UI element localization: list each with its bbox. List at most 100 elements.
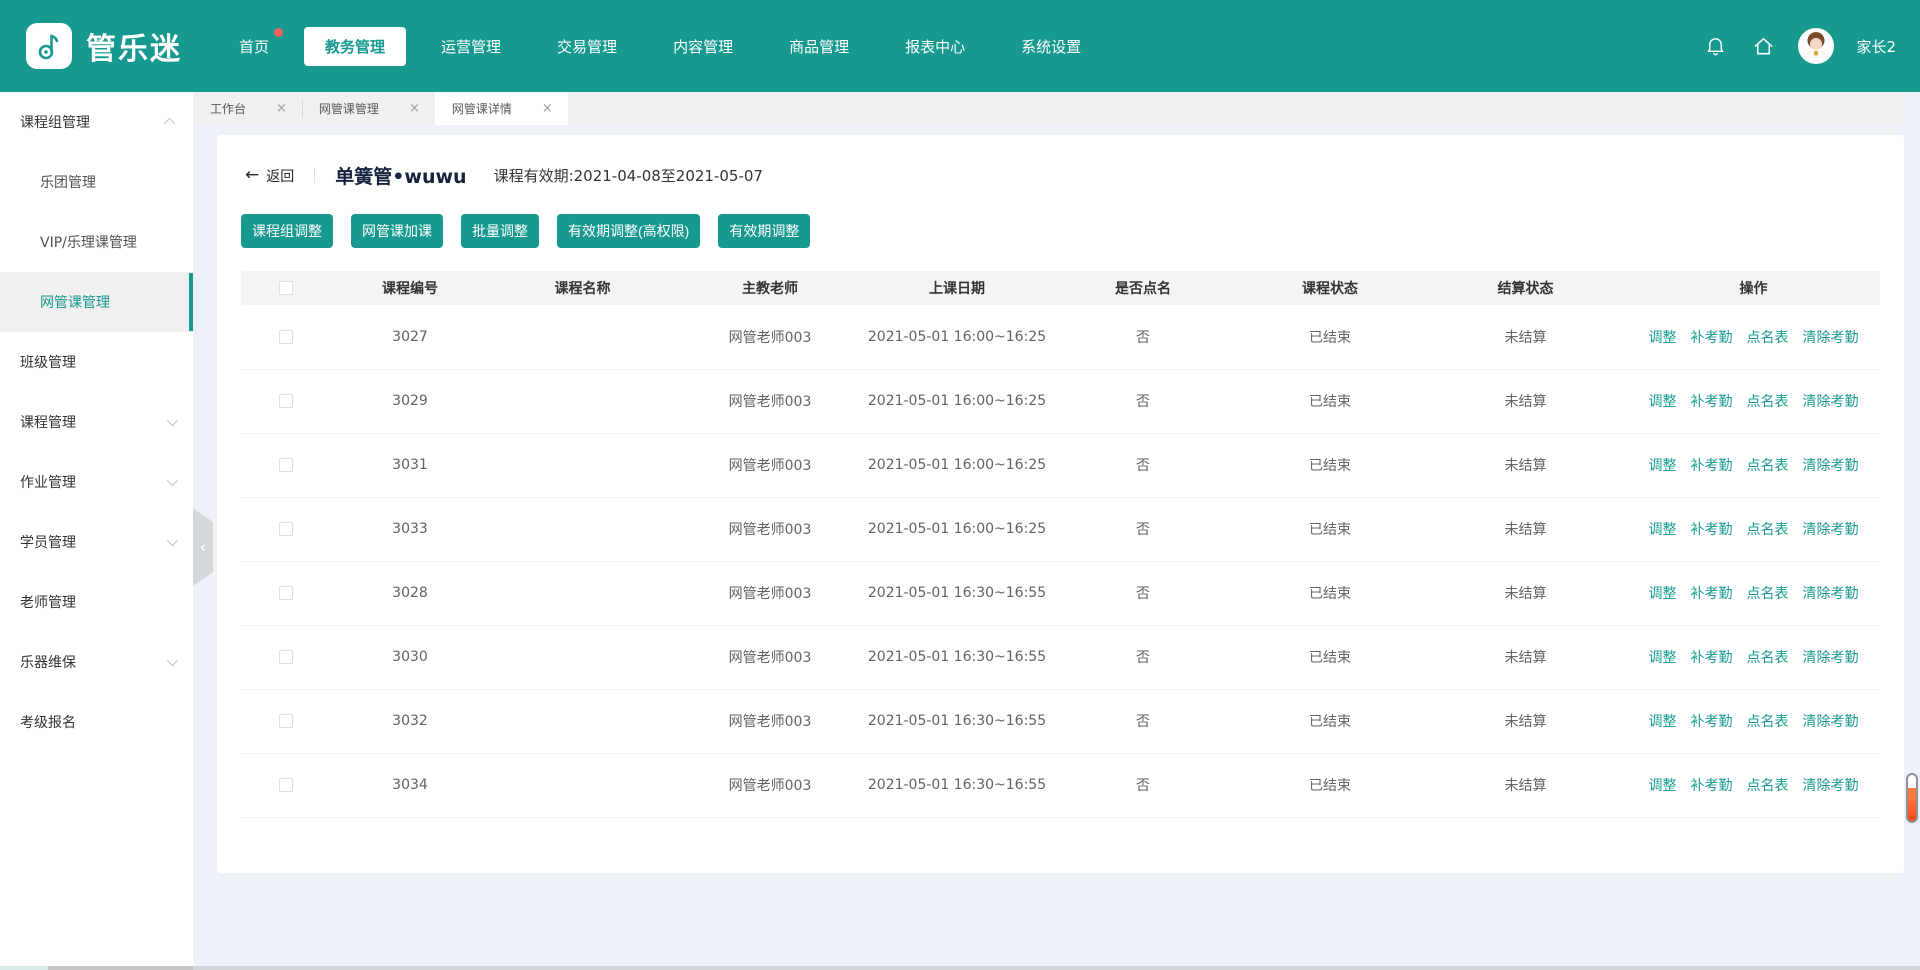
makeup-attendance-link[interactable]: 补考勤: [1691, 714, 1733, 730]
rollcall-sheet-link[interactable]: 点名表: [1747, 586, 1789, 602]
makeup-attendance-link[interactable]: 补考勤: [1691, 778, 1733, 794]
home-button[interactable]: [1750, 33, 1776, 59]
tab-close-icon[interactable]: ×: [276, 102, 287, 115]
table-header-cell: 课程状态: [1236, 271, 1424, 305]
course-validity-text: 课程有效期:2021-04-08至2021-05-07: [494, 165, 763, 186]
adjust-link[interactable]: 调整: [1649, 650, 1677, 666]
clear-attendance-link[interactable]: 清除考勤: [1803, 586, 1859, 602]
sidebar-item[interactable]: 网管课管理: [0, 272, 193, 332]
clear-attendance-link[interactable]: 清除考勤: [1803, 522, 1859, 538]
horizontal-scrollbar-thumb[interactable]: [0, 966, 48, 970]
home-icon: [1752, 35, 1775, 58]
makeup-attendance-link[interactable]: 补考勤: [1691, 586, 1733, 602]
clear-attendance-link[interactable]: 清除考勤: [1803, 458, 1859, 474]
sidebar-item[interactable]: 乐器维保: [0, 632, 193, 692]
row-checkbox[interactable]: [279, 714, 293, 728]
top-nav-item[interactable]: 交易管理: [536, 27, 638, 66]
rollcall-sheet-link[interactable]: 点名表: [1747, 522, 1789, 538]
row-checkbox[interactable]: [279, 650, 293, 664]
cell-course-status: 已结束: [1236, 305, 1424, 369]
cell-course-id: 3029: [331, 369, 489, 433]
sidebar-item[interactable]: 考级报名: [0, 692, 193, 752]
clear-attendance-link[interactable]: 清除考勤: [1803, 394, 1859, 410]
cell-settle-status: 未结算: [1424, 433, 1627, 497]
adjust-link[interactable]: 调整: [1649, 714, 1677, 730]
rollcall-sheet-link[interactable]: 点名表: [1747, 394, 1789, 410]
rollcall-sheet-link[interactable]: 点名表: [1747, 650, 1789, 666]
adjust-link[interactable]: 调整: [1649, 330, 1677, 346]
cell-lesson-date: 2021-05-01 16:30~16:55: [864, 753, 1050, 817]
tab-close-icon[interactable]: ×: [542, 102, 553, 115]
bell-icon: [1704, 35, 1727, 58]
rollcall-sheet-link[interactable]: 点名表: [1747, 778, 1789, 794]
toolbar-button[interactable]: 有效期调整: [718, 214, 810, 248]
top-nav-item-label: 首页: [239, 38, 269, 56]
cell-actions: 调整补考勤点名表清除考勤: [1627, 433, 1880, 497]
top-nav-item[interactable]: 运营管理: [420, 27, 522, 66]
row-checkbox[interactable]: [279, 522, 293, 536]
makeup-attendance-link[interactable]: 补考勤: [1691, 394, 1733, 410]
sidebar-item[interactable]: 班级管理: [0, 332, 193, 392]
adjust-link[interactable]: 调整: [1649, 778, 1677, 794]
sidebar-item[interactable]: 作业管理: [0, 452, 193, 512]
sidebar-item[interactable]: 老师管理: [0, 572, 193, 632]
tab-close-icon[interactable]: ×: [409, 102, 420, 115]
notifications-button[interactable]: [1702, 33, 1728, 59]
clear-attendance-link[interactable]: 清除考勤: [1803, 330, 1859, 346]
notification-dot: [274, 28, 283, 37]
rollcall-sheet-link[interactable]: 点名表: [1747, 330, 1789, 346]
top-nav-item[interactable]: 内容管理: [652, 27, 754, 66]
clear-attendance-link[interactable]: 清除考勤: [1803, 650, 1859, 666]
adjust-link[interactable]: 调整: [1649, 458, 1677, 474]
makeup-attendance-link[interactable]: 补考勤: [1691, 330, 1733, 346]
top-nav-item[interactable]: 系统设置: [1000, 27, 1102, 66]
back-button[interactable]: ← 返回: [245, 166, 294, 186]
open-tab[interactable]: 网管课管理 ×: [302, 92, 435, 125]
adjust-link[interactable]: 调整: [1649, 586, 1677, 602]
sidebar-item[interactable]: 学员管理: [0, 512, 193, 572]
rollcall-sheet-link[interactable]: 点名表: [1747, 714, 1789, 730]
cell-settle-status: 未结算: [1424, 561, 1627, 625]
open-tab[interactable]: 工作台 ×: [193, 92, 302, 125]
makeup-attendance-link[interactable]: 补考勤: [1691, 650, 1733, 666]
sidebar-item[interactable]: 课程管理: [0, 392, 193, 452]
vertical-scrollbar-thumb[interactable]: [1906, 773, 1918, 823]
adjust-link[interactable]: 调整: [1649, 394, 1677, 410]
cell-lesson-date: 2021-05-01 16:30~16:55: [864, 561, 1050, 625]
toolbar-button[interactable]: 课程组调整: [241, 214, 333, 248]
sidebar-item[interactable]: 乐团管理: [0, 152, 193, 212]
row-checkbox[interactable]: [279, 778, 293, 792]
user-name[interactable]: 家长2: [1856, 36, 1896, 57]
user-avatar[interactable]: [1798, 28, 1834, 64]
top-nav: 首页 教务管理 运营管理 交易管理 内容管理 商品管理 报表中心 系统设置: [218, 27, 1102, 66]
makeup-attendance-link[interactable]: 补考勤: [1691, 458, 1733, 474]
sidebar-collapse-handle[interactable]: ‹: [193, 508, 213, 586]
rollcall-sheet-link[interactable]: 点名表: [1747, 458, 1789, 474]
row-checkbox[interactable]: [279, 458, 293, 472]
cell-rollcall: 否: [1050, 625, 1236, 689]
row-checkbox[interactable]: [279, 394, 293, 408]
top-nav-item[interactable]: 首页: [218, 27, 290, 66]
toolbar-button-label: 有效期调整(高权限): [568, 221, 689, 241]
clear-attendance-link[interactable]: 清除考勤: [1803, 714, 1859, 730]
avatar-illustration-icon: [1798, 28, 1834, 64]
sidebar-item[interactable]: VIP/乐理课管理: [0, 212, 193, 272]
row-checkbox[interactable]: [279, 330, 293, 344]
select-all-checkbox[interactable]: [279, 281, 293, 295]
top-nav-item[interactable]: 商品管理: [768, 27, 870, 66]
toolbar-button[interactable]: 有效期调整(高权限): [557, 214, 700, 248]
adjust-link[interactable]: 调整: [1649, 522, 1677, 538]
horizontal-scrollbar-track[interactable]: [0, 966, 1920, 970]
top-nav-item-label: 交易管理: [557, 38, 617, 56]
sidebar-item[interactable]: 课程组管理: [0, 92, 193, 152]
top-nav-item[interactable]: 报表中心: [884, 27, 986, 66]
toolbar-button[interactable]: 网管课加课: [351, 214, 443, 248]
row-checkbox[interactable]: [279, 586, 293, 600]
open-tab[interactable]: 网管课详情 ×: [435, 92, 568, 125]
brand-logo[interactable]: 管乐迷: [26, 23, 182, 69]
vertical-scrollbar-track[interactable]: [1904, 92, 1920, 970]
clear-attendance-link[interactable]: 清除考勤: [1803, 778, 1859, 794]
top-nav-item[interactable]: 教务管理: [304, 27, 406, 66]
makeup-attendance-link[interactable]: 补考勤: [1691, 522, 1733, 538]
toolbar-button[interactable]: 批量调整: [461, 214, 539, 248]
